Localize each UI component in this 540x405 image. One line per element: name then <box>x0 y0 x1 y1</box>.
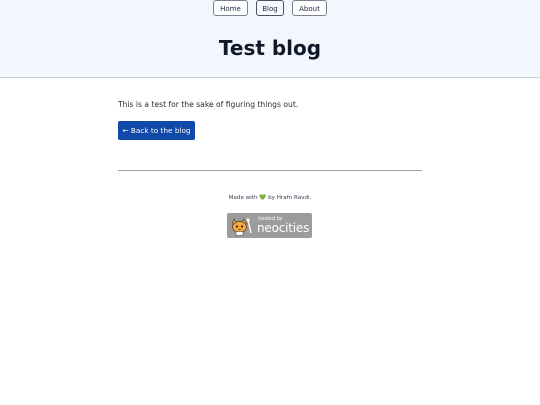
author-credit: by Hrafn Ravdi. <box>268 195 312 201</box>
post-body-text: This is a test for the sake of figuring … <box>118 100 299 109</box>
site-header: Home Blog About Test blog <box>0 0 540 78</box>
nav-home-button[interactable]: Home <box>213 0 248 16</box>
badge-neocities-label: neocities <box>257 221 310 235</box>
footer-credit: Made with 💚 by Hrafn Ravdi. <box>0 194 540 203</box>
neocities-badge[interactable]: hosted by neocities <box>227 213 312 238</box>
heart-icon: 💚 <box>259 195 267 201</box>
made-with-label: Made with <box>228 195 258 201</box>
footer-divider <box>118 170 422 171</box>
page-title: Test blog <box>218 36 322 60</box>
back-to-blog-button[interactable]: ← Back to the blog <box>118 121 195 140</box>
nav-blog-button[interactable]: Blog <box>256 0 284 16</box>
nav-about-button[interactable]: About <box>292 0 327 16</box>
neocities-cat-logo-icon <box>230 216 254 236</box>
